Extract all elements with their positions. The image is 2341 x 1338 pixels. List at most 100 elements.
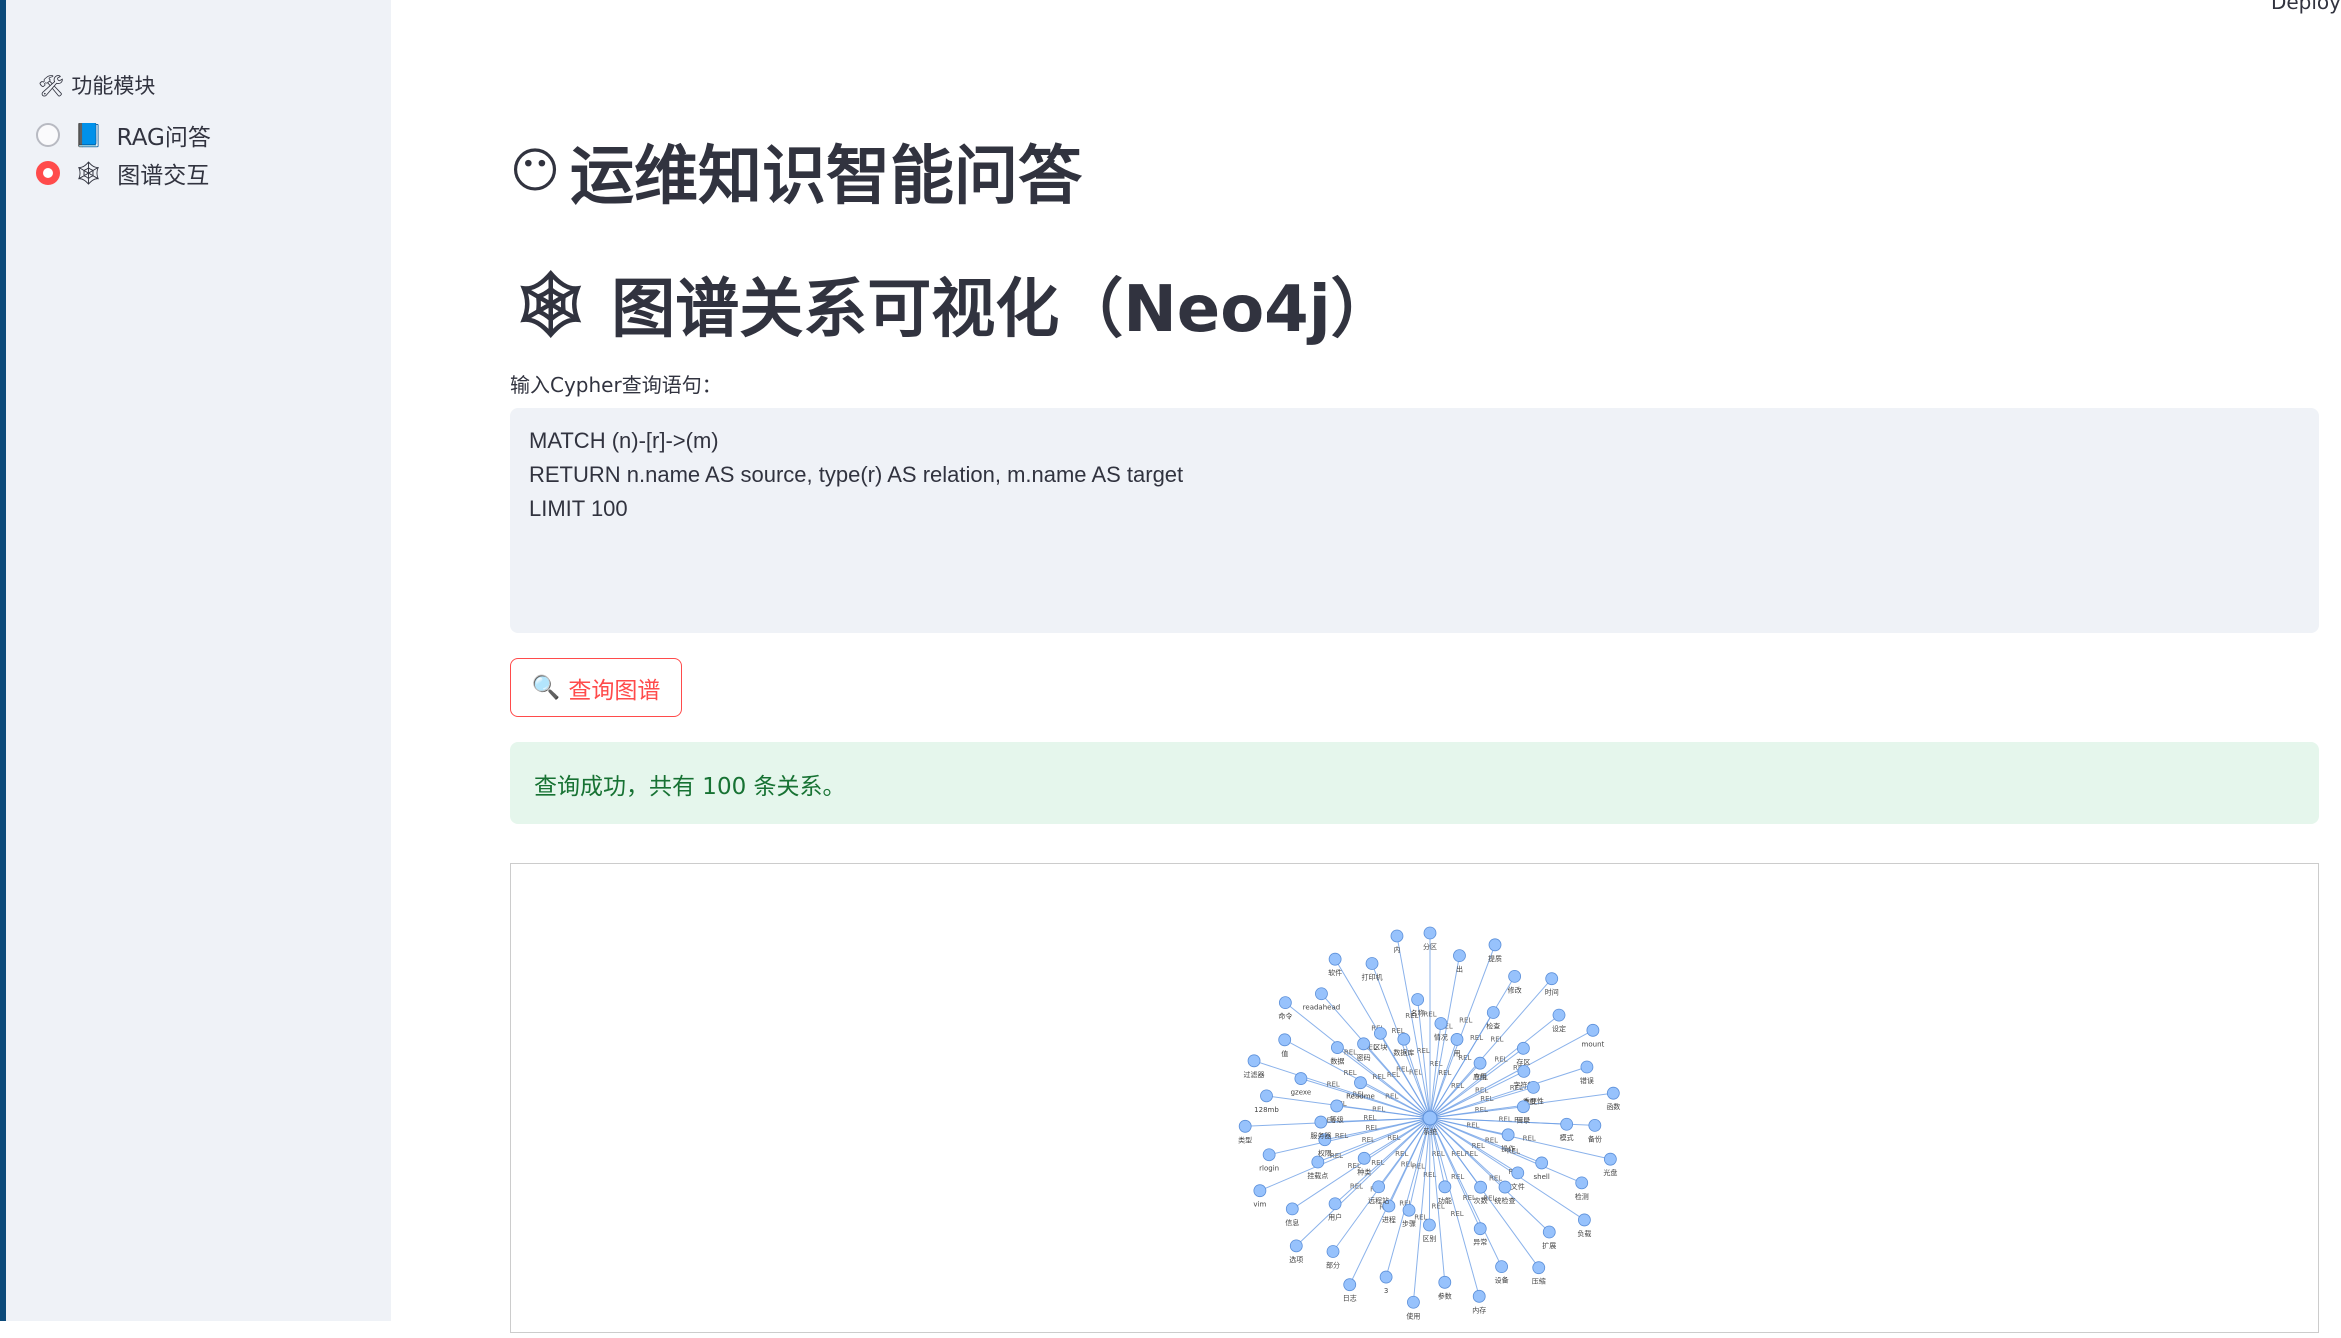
- graph-node[interactable]: [1365, 957, 1379, 970]
- graph-node[interactable]: [1434, 1017, 1448, 1030]
- graph-node[interactable]: [1575, 1176, 1589, 1190]
- node-label: 用: [1454, 1049, 1461, 1057]
- graph-node[interactable]: [1450, 1033, 1464, 1046]
- graph-node[interactable]: [1438, 1275, 1452, 1289]
- graph-node[interactable]: [1473, 1056, 1487, 1070]
- graph-node[interactable]: [1328, 952, 1342, 966]
- graph-node[interactable]: [1532, 1261, 1546, 1275]
- graph-node[interactable]: [1328, 1197, 1342, 1211]
- graph-node[interactable]: [1357, 1151, 1371, 1165]
- graph-node[interactable]: [1314, 1115, 1328, 1129]
- graph-node[interactable]: [1411, 993, 1425, 1006]
- graph-node[interactable]: [1580, 1060, 1594, 1074]
- graph-node[interactable]: [1238, 1119, 1252, 1133]
- node-label: 备份: [1588, 1134, 1602, 1143]
- graph-node[interactable]: [1253, 1184, 1267, 1198]
- node-label: 区别: [1422, 1234, 1436, 1243]
- node-label: 提质: [1488, 954, 1502, 963]
- graph-node[interactable]: [1473, 1222, 1487, 1236]
- graph-node[interactable]: [1542, 1225, 1556, 1239]
- graph-node[interactable]: [1453, 949, 1466, 963]
- graph-canvas[interactable]: REL REL REL REL REL REL REL REL REL REL REL REL REL R…: [510, 863, 2319, 1333]
- edge-label: REL: [1362, 1136, 1375, 1144]
- graph-node[interactable]: [1315, 987, 1328, 1001]
- node-label: 修改: [1508, 985, 1522, 994]
- radio-option-rag[interactable]: 📘 RAG问答: [36, 118, 211, 152]
- graph-node[interactable]: [1488, 938, 1502, 952]
- graph-node[interactable]: [1517, 1100, 1530, 1114]
- query-graph-button[interactable]: 🔍 查询图谱: [510, 658, 682, 717]
- node-label: 数据: [1330, 1057, 1344, 1066]
- graph-node[interactable]: [1552, 1008, 1566, 1022]
- deploy-button[interactable]: Deploy: [2271, 0, 2341, 14]
- graph-node[interactable]: [1474, 1180, 1488, 1194]
- graph-node[interactable]: [1311, 1155, 1325, 1169]
- graph-node[interactable]: [1501, 1128, 1515, 1142]
- graph-node[interactable]: [1577, 1213, 1591, 1227]
- graph-node[interactable]: [1517, 1064, 1531, 1078]
- graph-node[interactable]: [1379, 1270, 1393, 1284]
- radio-option-graph[interactable]: 🕸 图谱交互: [36, 156, 209, 190]
- graph-node[interactable]: [1498, 1180, 1512, 1194]
- graph-node[interactable]: [1260, 1089, 1273, 1103]
- graph-node[interactable]: [1606, 1086, 1620, 1100]
- graph-node[interactable]: [1278, 996, 1292, 1010]
- graph-svg[interactable]: RELRELRELRELRELRELRELRELRELRELRELRELRELR…: [511, 864, 2320, 1334]
- graph-node[interactable]: [1588, 1119, 1602, 1132]
- radio-button-selected[interactable]: [36, 161, 60, 185]
- edge-label: REL: [1489, 1175, 1502, 1183]
- node-label: 日志: [1343, 1294, 1357, 1303]
- node-label: 异常: [1473, 1238, 1487, 1247]
- graph-node[interactable]: [1511, 1166, 1525, 1180]
- graph-node[interactable]: [1330, 1041, 1344, 1054]
- graph-node[interactable]: [1294, 1072, 1308, 1085]
- graph-node[interactable]: [1374, 1026, 1387, 1040]
- node-label: Readme: [1346, 1093, 1375, 1101]
- graph-node[interactable]: [1285, 1202, 1299, 1216]
- graph-node[interactable]: [1535, 1156, 1549, 1170]
- book-icon: 📘: [74, 122, 103, 149]
- graph-node[interactable]: [1472, 1289, 1486, 1303]
- node-label: 部分: [1326, 1260, 1340, 1269]
- graph-node[interactable]: [1527, 1080, 1540, 1094]
- graph-node[interactable]: [1390, 929, 1404, 943]
- graph-node[interactable]: [1407, 1295, 1420, 1309]
- graph-node[interactable]: [1560, 1117, 1574, 1131]
- graph-node[interactable]: [1486, 1006, 1500, 1019]
- node-label: rlogin: [1259, 1165, 1279, 1173]
- graph-node[interactable]: [1545, 972, 1559, 986]
- graph-node[interactable]: [1516, 1041, 1530, 1055]
- graph-node[interactable]: [1343, 1278, 1357, 1292]
- edge-label: REL: [1451, 1173, 1464, 1181]
- graph-node[interactable]: [1354, 1076, 1367, 1090]
- node-label: 操作: [1501, 1144, 1515, 1153]
- node-label: 负载: [1577, 1229, 1591, 1238]
- edge-label: REL: [1459, 1017, 1472, 1025]
- graph-node[interactable]: [1278, 1033, 1292, 1047]
- edge-label: REL: [1327, 1081, 1340, 1089]
- edge-label: REL: [1330, 1152, 1343, 1160]
- graph-node[interactable]: [1495, 1260, 1508, 1274]
- node-label: 目录: [1516, 1117, 1530, 1125]
- graph-node[interactable]: [1372, 1180, 1386, 1194]
- graph-node[interactable]: [1423, 926, 1437, 940]
- web-icon: 🕸: [74, 160, 104, 187]
- graph-node[interactable]: [1508, 969, 1522, 983]
- graph-node[interactable]: [1397, 1032, 1411, 1046]
- node-label: 存区: [1516, 1057, 1530, 1066]
- graph-node[interactable]: [1289, 1239, 1303, 1253]
- graph-node[interactable]: [1402, 1203, 1416, 1217]
- graph-node[interactable]: [1603, 1152, 1617, 1166]
- graph-node-center[interactable]: [1422, 1110, 1438, 1126]
- graph-node[interactable]: [1330, 1099, 1344, 1113]
- radio-button[interactable]: [36, 123, 60, 147]
- graph-node[interactable]: [1423, 1218, 1436, 1232]
- node-label: 扩展: [1542, 1241, 1556, 1250]
- graph-node[interactable]: [1438, 1180, 1452, 1194]
- graph-node[interactable]: [1262, 1148, 1276, 1162]
- graph-node[interactable]: [1357, 1037, 1370, 1051]
- graph-node[interactable]: [1326, 1245, 1340, 1258]
- cypher-query-input[interactable]: MATCH (n)-[r]->(m) RETURN n.name AS sour…: [510, 408, 2319, 633]
- graph-node[interactable]: [1586, 1023, 1600, 1037]
- graph-node[interactable]: [1247, 1054, 1261, 1068]
